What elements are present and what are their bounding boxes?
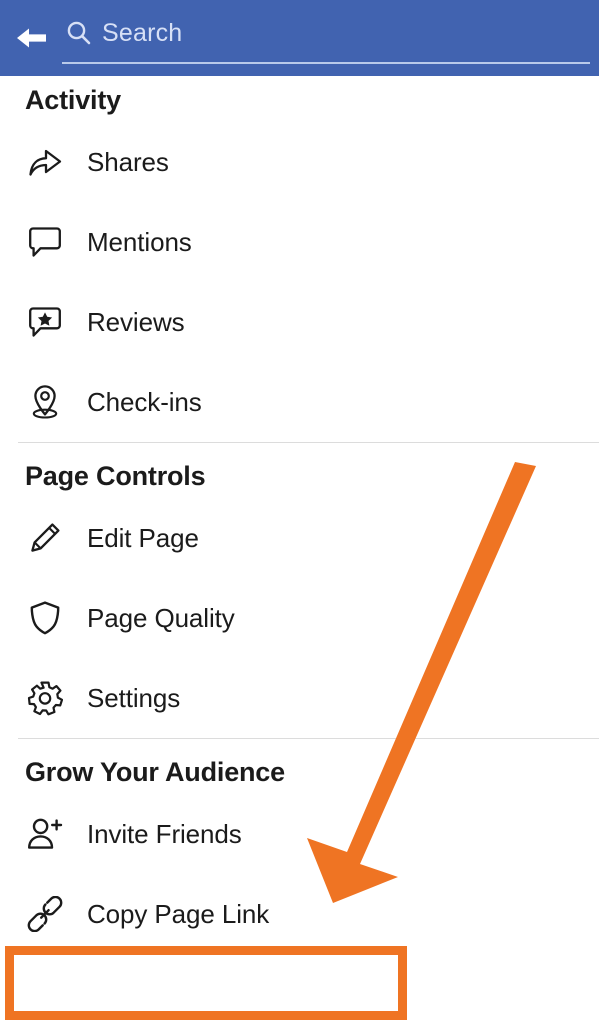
search-icon [62, 20, 96, 46]
menu-item-label: Invite Friends [87, 818, 242, 849]
speech-bubble-icon [25, 222, 65, 262]
menu-item-label: Edit Page [87, 522, 199, 553]
menu-item-page-quality[interactable]: Page Quality [0, 578, 599, 658]
menu-item-mentions[interactable]: Mentions [0, 202, 599, 282]
menu-item-copy-page-link[interactable]: Copy Page Link [0, 874, 599, 954]
section-heading-grow-your-audience: Grow Your Audience [25, 757, 285, 787]
person-plus-icon [25, 814, 65, 854]
menu-item-label: Check-ins [87, 386, 202, 417]
menu-item-edit-page[interactable]: Edit Page [0, 498, 599, 578]
section-heading-activity: Activity [25, 85, 121, 115]
menu-item-settings[interactable]: Settings [0, 658, 599, 738]
search-field[interactable] [62, 0, 590, 76]
menu-item-label: Copy Page Link [87, 898, 270, 929]
shield-icon [25, 598, 65, 638]
chain-link-icon [25, 894, 65, 934]
search-underline [62, 62, 590, 64]
share-arrow-icon [25, 142, 65, 182]
menu-item-shares[interactable]: Shares [0, 122, 599, 202]
pencil-icon [25, 518, 65, 558]
back-button[interactable] [0, 0, 62, 76]
menu-item-label: Shares [87, 146, 169, 177]
annotation-highlight-box [5, 946, 407, 1020]
section-heading-page-controls: Page Controls [25, 461, 206, 491]
speech-bubble-star-icon [25, 302, 65, 342]
arrow-left-icon [13, 23, 49, 53]
gear-icon [25, 678, 65, 718]
app-header [0, 0, 599, 76]
app-screen: Activity Shares Mentions [0, 0, 599, 1024]
menu-item-label: Mentions [87, 226, 192, 257]
menu-list: Activity Shares Mentions Reviews Check-i… [0, 76, 599, 954]
menu-item-invite-friends[interactable]: Invite Friends [0, 794, 599, 874]
menu-item-label: Settings [87, 682, 181, 713]
search-input[interactable] [96, 18, 590, 48]
menu-item-label: Page Quality [87, 602, 235, 633]
location-pin-icon [25, 382, 65, 422]
menu-item-check-ins[interactable]: Check-ins [0, 362, 599, 442]
menu-item-reviews[interactable]: Reviews [0, 282, 599, 362]
menu-item-label: Reviews [87, 306, 185, 337]
